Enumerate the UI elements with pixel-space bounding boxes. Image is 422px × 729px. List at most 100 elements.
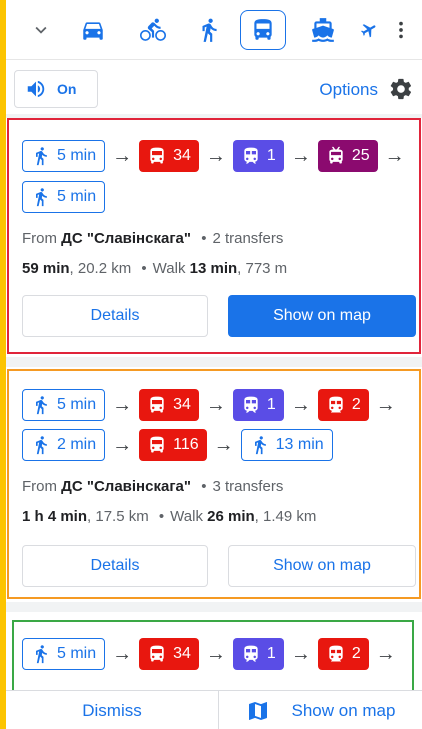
arrow-right-icon: → bbox=[112, 433, 133, 456]
dot-separator: • bbox=[201, 230, 207, 247]
route-steps-row: 5 min bbox=[22, 181, 106, 213]
tram-step: 2 bbox=[317, 638, 369, 670]
walk-step: 5 min bbox=[22, 140, 106, 172]
route-card[interactable]: 5 min → 34 → 1 → 25 → 5 min From ДС "Сла… bbox=[8, 118, 420, 354]
route-card[interactable]: 5 min → 34 → 1 → 2 → bbox=[8, 616, 420, 696]
route-steps-row: 2 min → 116 → 13 min bbox=[22, 429, 333, 461]
walking-icon bbox=[36, 147, 47, 166]
route-duration: 59 min bbox=[22, 260, 70, 277]
bus-icon bbox=[150, 645, 164, 662]
route-steps-row: 5 min → 34 → 1 → 25 → bbox=[22, 140, 412, 172]
bus-step-label: 116 bbox=[173, 436, 199, 453]
walking-icon bbox=[36, 436, 47, 455]
show-on-map-button[interactable]: Show on map bbox=[228, 545, 416, 587]
route-summary-line: 59 min, 20.2 km • Walk 13 min, 773 m bbox=[22, 260, 287, 277]
bus-icon bbox=[150, 396, 164, 413]
tram-step: 2 bbox=[317, 389, 369, 421]
dismiss-button[interactable]: Dismiss bbox=[6, 691, 218, 729]
details-button[interactable]: Details bbox=[22, 295, 208, 337]
divider bbox=[6, 602, 422, 612]
directions-panel: On Options 5 min → 34 → 1 → 25 → 5 min F… bbox=[6, 0, 422, 729]
options-link[interactable]: Options bbox=[319, 80, 378, 100]
bus-step-label: 34 bbox=[173, 396, 191, 413]
mode-bicycle-button[interactable] bbox=[130, 10, 176, 50]
arrow-right-icon: → bbox=[375, 642, 396, 665]
bus-icon bbox=[254, 19, 272, 40]
arrow-right-icon: → bbox=[290, 642, 311, 665]
metro-step: 1 bbox=[232, 140, 284, 172]
bus-step: 34 bbox=[139, 140, 199, 172]
mode-ferry-button[interactable] bbox=[300, 10, 346, 50]
bus-step-label: 34 bbox=[173, 645, 191, 662]
voice-toggle-label: On bbox=[57, 81, 77, 97]
walk-distance: , 1.49 km bbox=[254, 508, 317, 525]
route-summary-line: 1 h 4 min, 17.5 km • Walk 26 min, 1.49 km bbox=[22, 508, 316, 525]
bus-step: 116 bbox=[139, 429, 207, 461]
walking-icon bbox=[36, 645, 47, 664]
mode-walking-button[interactable] bbox=[186, 10, 232, 50]
from-prefix: From bbox=[22, 230, 62, 247]
walk-time: 13 min bbox=[189, 260, 238, 277]
transfers-count: 3 transfers bbox=[212, 478, 284, 495]
mode-flight-button[interactable] bbox=[354, 10, 384, 50]
speaker-icon bbox=[27, 80, 45, 98]
walk-step: 5 min bbox=[22, 389, 106, 421]
trolleybus-icon bbox=[329, 146, 343, 164]
chevron-down-icon bbox=[35, 26, 47, 34]
from-prefix: From bbox=[22, 478, 62, 495]
route-duration: 1 h 4 min bbox=[22, 508, 88, 525]
map-icon bbox=[248, 701, 267, 720]
dot-separator: • bbox=[201, 478, 207, 495]
bottom-show-on-map-button[interactable]: Show on map bbox=[219, 691, 422, 729]
mode-transit-button[interactable] bbox=[240, 10, 286, 50]
walk-time: 26 min bbox=[207, 508, 255, 525]
tram-icon bbox=[329, 396, 343, 413]
route-steps-row: 5 min → 34 → 1 → 2 → bbox=[22, 638, 403, 670]
walking-icon bbox=[202, 18, 217, 42]
car-icon bbox=[83, 22, 103, 40]
tram-icon bbox=[329, 645, 343, 662]
walk-step-label: 2 min bbox=[57, 436, 97, 453]
metro-step-label: 1 bbox=[266, 645, 276, 662]
bus-icon bbox=[150, 436, 164, 453]
route-origin-line: From ДС "Славінскага" • 2 transfers bbox=[22, 230, 283, 247]
metro-icon bbox=[244, 645, 258, 662]
route-origin-line: From ДС "Славінскага" • 3 transfers bbox=[22, 478, 283, 495]
bus-step: 34 bbox=[139, 638, 199, 670]
arrow-right-icon: → bbox=[112, 393, 133, 416]
more-options-button[interactable] bbox=[386, 10, 416, 50]
bicycle-icon bbox=[140, 18, 166, 41]
walk-step-label: 5 min bbox=[57, 645, 97, 662]
route-card[interactable]: 5 min → 34 → 1 → 2 → 2 min → 116 → 13 mi… bbox=[8, 369, 420, 599]
arrow-right-icon: → bbox=[112, 642, 133, 665]
collapse-button[interactable] bbox=[18, 10, 64, 50]
arrow-right-icon: → bbox=[384, 144, 405, 167]
metro-step-label: 1 bbox=[266, 147, 276, 164]
walk-step-label: 5 min bbox=[57, 396, 97, 413]
walk-step-label: 13 min bbox=[275, 436, 324, 453]
bus-step: 34 bbox=[139, 389, 199, 421]
walking-icon bbox=[36, 396, 47, 415]
dot-separator: • bbox=[158, 508, 165, 525]
settings-button[interactable] bbox=[388, 76, 414, 102]
voice-toggle-button[interactable]: On bbox=[14, 70, 98, 108]
plane-icon bbox=[361, 24, 376, 38]
mode-car-button[interactable] bbox=[70, 10, 116, 50]
walk-step-label: 5 min bbox=[57, 188, 97, 205]
bus-step-label: 34 bbox=[173, 147, 191, 164]
metro-step-label: 1 bbox=[266, 396, 276, 413]
arrow-right-icon: → bbox=[290, 393, 311, 416]
route-distance: , 17.5 km bbox=[87, 508, 149, 525]
arrow-right-icon: → bbox=[375, 393, 396, 416]
dismiss-label: Dismiss bbox=[82, 700, 142, 720]
route-steps-row: 5 min → 34 → 1 → 2 → bbox=[22, 389, 403, 421]
gear-icon bbox=[390, 78, 412, 100]
details-button[interactable]: Details bbox=[22, 545, 208, 587]
from-stop: ДС "Славінскага" bbox=[61, 230, 192, 247]
divider bbox=[6, 357, 422, 367]
metro-step: 1 bbox=[232, 638, 284, 670]
arrow-right-icon: → bbox=[112, 144, 133, 167]
tram-step-label: 2 bbox=[351, 645, 361, 662]
walking-icon bbox=[36, 188, 47, 207]
show-on-map-button[interactable]: Show on map bbox=[228, 295, 416, 337]
